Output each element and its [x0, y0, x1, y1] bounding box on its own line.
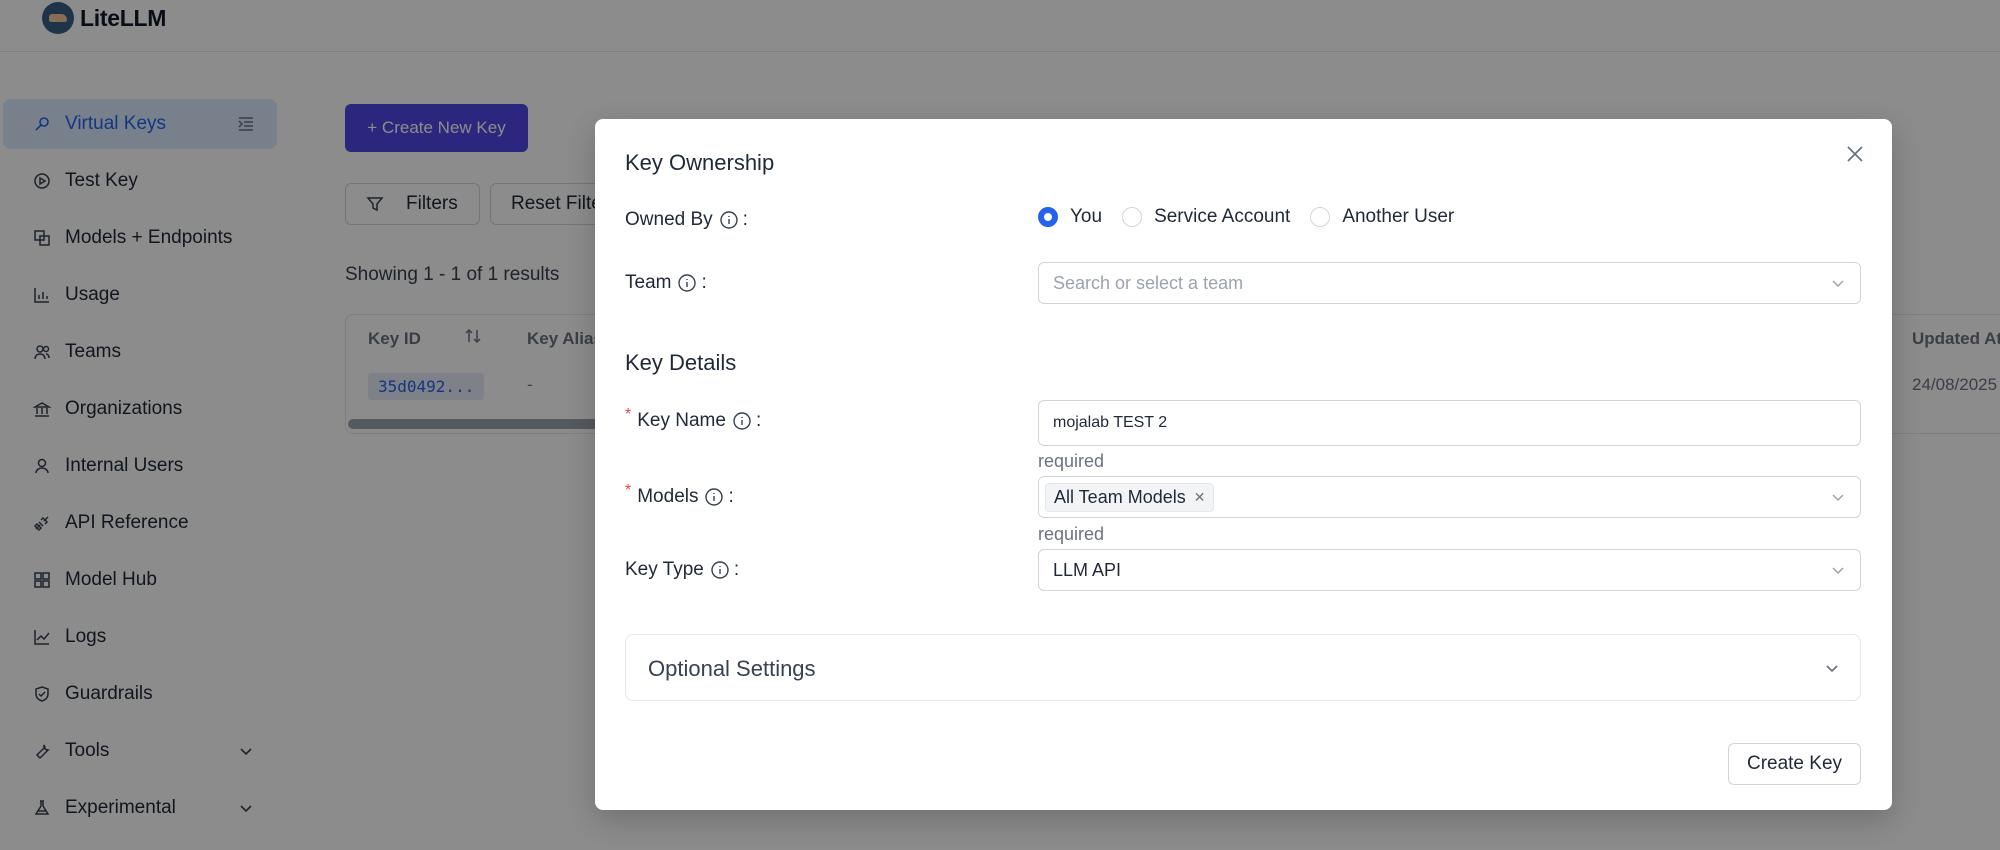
chevron-down-icon — [1824, 660, 1840, 676]
team-label: Team : — [625, 272, 707, 294]
owned-by-radio-group: You Service Account Another User — [1038, 206, 1474, 228]
create-key-button[interactable]: Create Key — [1728, 743, 1861, 785]
radio-label: Another User — [1342, 206, 1455, 227]
owned-by-option-you[interactable]: You — [1038, 206, 1102, 228]
required-asterisk: * — [625, 482, 632, 499]
key-ownership-title: Key Ownership — [625, 150, 775, 175]
key-type-select[interactable]: LLM API — [1038, 549, 1861, 591]
key-name-helper: required — [1038, 451, 1105, 471]
model-tag[interactable]: All Team Models ✕ — [1045, 482, 1215, 512]
models-select[interactable]: All Team Models ✕ — [1038, 476, 1861, 518]
owned-by-label: Owned By : — [625, 209, 748, 231]
label-colon: : — [755, 410, 762, 431]
label-colon: : — [742, 209, 748, 230]
models-label-text: Models — [637, 486, 699, 507]
team-select-placeholder: Search or select a team — [1053, 272, 1244, 293]
info-icon[interactable] — [732, 411, 752, 431]
required-asterisk: * — [625, 406, 632, 423]
key-name-label-text: Key Name — [637, 410, 726, 431]
info-icon[interactable] — [710, 560, 730, 580]
key-type-label-text: Key Type — [625, 559, 704, 580]
close-icon[interactable] — [1844, 143, 1866, 165]
info-icon[interactable] — [677, 273, 697, 293]
chevron-down-icon — [1830, 275, 1846, 291]
key-type-label: Key Type : — [625, 559, 739, 581]
models-label: * Models : — [625, 482, 734, 508]
chevron-down-icon — [1830, 489, 1846, 505]
owned-by-option-service-account[interactable]: Service Account — [1122, 206, 1290, 228]
radio-unchecked-icon[interactable] — [1310, 207, 1331, 227]
radio-checked-icon[interactable] — [1038, 207, 1058, 227]
radio-label: You — [1070, 206, 1103, 227]
owned-by-label-text: Owned By — [625, 209, 713, 230]
radio-unchecked-icon[interactable] — [1122, 207, 1143, 227]
key-name-label: * Key Name : — [625, 406, 762, 432]
create-key-modal: Key Ownership Owned By : You Service Acc… — [595, 119, 1892, 810]
chevron-down-icon — [1830, 562, 1846, 578]
label-colon: : — [701, 272, 707, 293]
key-name-value: mojalab TEST 2 — [1053, 414, 1168, 431]
key-type-value: LLM API — [1053, 559, 1122, 580]
optional-settings-label: Optional Settings — [648, 656, 816, 681]
key-details-title: Key Details — [625, 350, 737, 375]
label-colon: : — [733, 559, 740, 580]
info-icon[interactable] — [704, 487, 724, 507]
key-name-input[interactable]: mojalab TEST 2 — [1038, 400, 1861, 446]
tag-close-icon[interactable]: ✕ — [1194, 489, 1206, 506]
optional-settings-collapse[interactable]: Optional Settings — [625, 634, 1861, 701]
radio-label: Service Account — [1154, 206, 1291, 227]
team-select[interactable]: Search or select a team — [1038, 262, 1861, 304]
models-helper: required — [1038, 524, 1105, 544]
label-colon: : — [728, 486, 734, 507]
owned-by-option-another-user[interactable]: Another User — [1310, 206, 1454, 228]
model-tag-label: All Team Models — [1054, 486, 1186, 507]
info-icon[interactable] — [719, 210, 739, 230]
team-label-text: Team — [625, 272, 672, 293]
